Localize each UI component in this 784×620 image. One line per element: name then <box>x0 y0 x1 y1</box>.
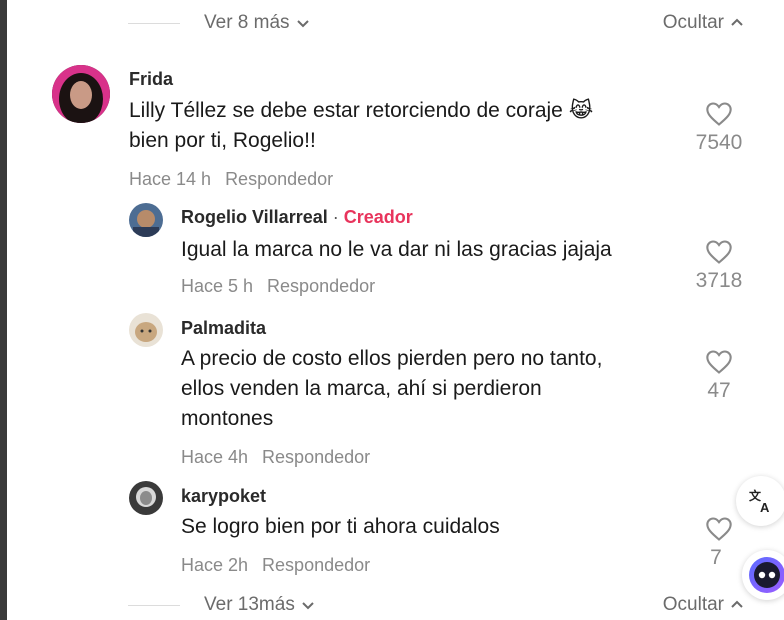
reply-button[interactable]: Respondedor <box>262 555 370 575</box>
view-more-label: Ver 8 más <box>204 12 290 33</box>
divider-line <box>128 22 180 24</box>
heart-icon[interactable] <box>705 516 733 542</box>
comment-line: ellos venden la marca, ahí si perdieron <box>181 377 542 400</box>
comment-line: Lilly Téllez se debe estar retorciendo d… <box>129 99 594 122</box>
reply-button[interactable]: Respondedor <box>262 447 370 467</box>
hide-label: Ocultar <box>662 594 724 615</box>
assistant-button[interactable] <box>742 550 784 600</box>
comment-text-karypoket: Se logro bien por ti ahora cuidalos <box>181 512 500 542</box>
like-count: 3718 <box>695 269 743 292</box>
view-more-replies-button[interactable]: Ver 13más <box>204 594 315 616</box>
like-count: 7540 <box>695 131 743 154</box>
timestamp: Hace 14 h <box>129 169 212 189</box>
creator-badge: Creador <box>343 207 413 227</box>
bottom-replies-bar: Ver 13más Ocultar <box>128 593 744 617</box>
like-control-rogelio[interactable]: 3718 <box>691 239 747 293</box>
translate-button[interactable]: 文 A <box>736 476 784 526</box>
comment-meta-karypoket: Hace 2h Respondedor <box>181 555 370 576</box>
chevron-up-icon <box>731 18 743 26</box>
like-control-karypoket[interactable]: 7 <box>691 516 747 570</box>
heart-icon[interactable] <box>705 101 733 127</box>
like-control-palmadita[interactable]: 47 <box>691 349 747 403</box>
chevron-up-icon <box>731 600 743 608</box>
avatar-karypoket[interactable] <box>129 481 163 515</box>
heart-icon[interactable] <box>705 349 733 375</box>
reply-button[interactable]: Respondedor <box>267 276 375 296</box>
hide-replies-button[interactable]: Ocultar <box>663 594 744 616</box>
translate-icon: 文 A <box>749 488 770 515</box>
comment-line: A precio de costo ellos pierden pero no … <box>181 347 603 370</box>
avatar-image <box>52 65 110 123</box>
view-more-label: Ver 13más <box>204 594 295 615</box>
top-replies-bar: Ver 8 más Ocultar <box>128 11 744 35</box>
comment-line: montones <box>181 407 274 430</box>
avatar-image <box>129 481 163 515</box>
assistant-eyes-icon <box>749 557 784 593</box>
svg-text:A: A <box>760 500 770 515</box>
divider-line <box>128 604 180 606</box>
comment-meta-rogelio: Hace 5 h Respondedor <box>181 276 375 297</box>
comment-meta-palmadita: Hace 4h Respondedor <box>181 447 370 468</box>
comment-line: bien por ti, Rogelio!! <box>129 129 316 152</box>
hide-label: Ocultar <box>662 12 724 33</box>
comment-text-frida: Lilly Téllez se debe estar retorciendo d… <box>129 96 593 156</box>
author-frida[interactable]: Frida <box>129 69 173 90</box>
author-name: Rogelio Villarreal <box>181 207 328 227</box>
comment-text-rogelio: Igual la marca no le va dar ni las graci… <box>181 235 612 265</box>
window-edge <box>0 0 7 620</box>
separator: · <box>332 207 339 227</box>
chevron-down-icon <box>296 20 309 28</box>
timestamp: Hace 4h <box>181 447 249 467</box>
avatar-palmadita[interactable] <box>129 313 163 347</box>
timestamp: Hace 2h <box>181 555 249 575</box>
avatar-frida[interactable] <box>52 65 110 123</box>
chevron-down-icon <box>302 602 314 610</box>
like-count: 7 <box>710 546 722 569</box>
heart-icon[interactable] <box>705 239 733 265</box>
avatar-image <box>129 313 163 347</box>
author-karypoket[interactable]: karypoket <box>181 486 266 507</box>
timestamp: Hace 5 h <box>181 276 254 296</box>
like-count: 47 <box>707 379 731 402</box>
like-control-frida[interactable]: 7540 <box>691 101 747 155</box>
comment-meta-frida: Hace 14 h Respondedor <box>129 169 333 190</box>
comment-line: Se logro bien por ti ahora cuidalos <box>181 515 500 538</box>
comment-line: Igual la marca no le va dar ni las graci… <box>181 238 612 261</box>
view-more-replies-button[interactable]: Ver 8 más <box>204 12 310 34</box>
reply-button[interactable]: Respondedor <box>225 169 333 189</box>
comment-text-palmadita: A precio de costo ellos pierden pero no … <box>181 344 602 434</box>
author-palmadita[interactable]: Palmadita <box>181 318 266 339</box>
avatar-image <box>129 203 163 237</box>
author-rogelio[interactable]: Rogelio Villarreal · Creador <box>181 207 413 228</box>
hide-replies-button[interactable]: Ocultar <box>663 12 744 34</box>
avatar-rogelio[interactable] <box>129 203 163 237</box>
